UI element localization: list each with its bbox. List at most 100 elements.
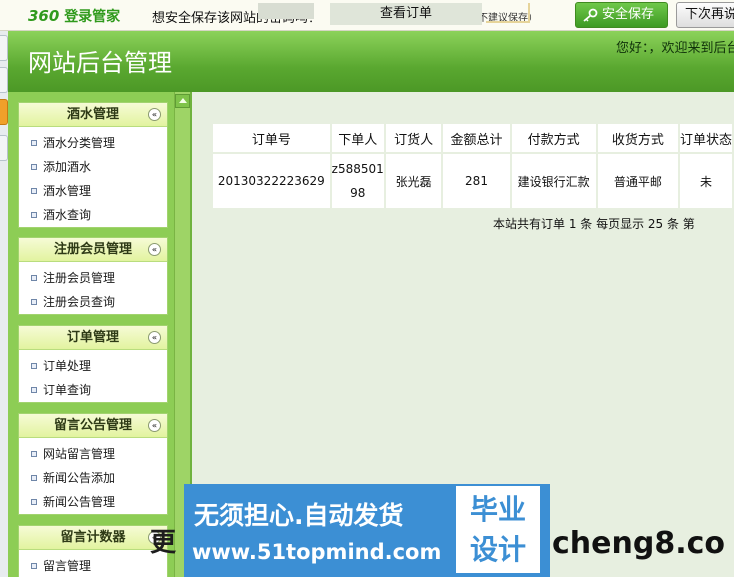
sidebar: 酒水管理 « 酒水分类管理 添加酒水 酒水管理 酒水查询 注册会员管理 « 注册… (8, 92, 190, 577)
menu-group-liquor: 酒水管理 « 酒水分类管理 添加酒水 酒水管理 酒水查询 (18, 102, 168, 228)
sidebar-item-label: 添加酒水 (43, 160, 92, 174)
bullet-icon (31, 140, 37, 146)
sidebar-item-liquor-category[interactable]: 酒水分类管理 (19, 131, 167, 155)
panel-tab-deco (258, 3, 314, 19)
payment-cell: 建设银行汇款 (511, 154, 596, 208)
menu-group-title: 留言公告管理 (53, 418, 132, 433)
collapse-toggle-icon[interactable]: « (148, 331, 161, 344)
badge-line: 设计 (469, 533, 526, 566)
sidebar-item-label: 订单处理 (43, 359, 92, 373)
collapse-toggle-icon[interactable]: « (148, 108, 161, 121)
panel-title: 查看订单 (330, 3, 482, 25)
menu-group-header[interactable]: 酒水管理 « (19, 103, 167, 127)
side-tab-active[interactable] (0, 99, 8, 125)
placer-text: z588501 (331, 162, 384, 176)
amount-cell: 281 (443, 154, 510, 208)
menu-group-orders: 订单管理 « 订单处理 订单查询 (18, 325, 168, 403)
panel-corner-deco (486, 3, 530, 23)
order-number-cell[interactable]: 20130322223629 (213, 154, 330, 208)
brand-number: 360 (28, 7, 60, 25)
scroll-up-arrow-icon[interactable] (175, 94, 190, 108)
bullet-icon (31, 499, 37, 505)
column-header: 订单状态 (679, 124, 732, 152)
ad-left-text: 更 (150, 528, 177, 558)
side-tab[interactable] (0, 35, 8, 61)
column-header: 金额总计 (443, 124, 510, 152)
badge-line: 毕业 (469, 493, 526, 526)
ad-badge: 毕业 设计 (456, 486, 540, 573)
sidebar-item-message-manage[interactable]: 网站留言管理 (19, 442, 167, 466)
table-row[interactable]: 20130322223629 z588501 98 张光磊 281 建设银行汇款 … (213, 154, 732, 208)
menu-group-notices: 留言公告管理 « 网站留言管理 新闻公告添加 新闻公告管理 (18, 413, 168, 515)
menu-group-title: 留言计数器 (60, 530, 126, 545)
site-title: 网站后台管理 (28, 49, 172, 77)
sidebar-item-label: 网站留言管理 (43, 447, 116, 461)
menu-group-counter: 留言计数器 « 留言管理 (18, 525, 168, 577)
menu-group-header[interactable]: 订单管理 « (19, 326, 167, 350)
sidebar-item-member-query[interactable]: 注册会员查询 (19, 290, 167, 314)
pagination-summary: 本站共有订单 1 条 每页显示 25 条 第 (493, 217, 695, 231)
sidebar-item-label: 新闻公告添加 (43, 471, 116, 485)
ad-slogan: 无须担心.自动发货 (194, 501, 404, 530)
menu-group-header[interactable]: 注册会员管理 « (19, 238, 167, 262)
ad-right-text: cheng8.co (552, 526, 725, 561)
sidebar-item-label: 注册会员管理 (43, 271, 116, 285)
sidebar-item-label: 酒水查询 (43, 208, 92, 222)
sidebar-item-liquor-query[interactable]: 酒水查询 (19, 203, 167, 227)
later-button[interactable]: 下次再说 (676, 2, 734, 28)
ad-url[interactable]: www.51topmind.com (192, 540, 441, 564)
bullet-icon (31, 299, 37, 305)
menu-group-members: 注册会员管理 « 注册会员管理 注册会员查询 (18, 237, 168, 315)
menu-group-title: 注册会员管理 (53, 242, 132, 257)
status-cell[interactable]: 未 (679, 154, 732, 208)
sidebar-item-label: 酒水管理 (43, 184, 92, 198)
column-header: 订单号 (213, 124, 330, 152)
side-tab[interactable] (0, 67, 8, 93)
sidebar-item-order-query[interactable]: 订单查询 (19, 378, 167, 402)
menu-group-header[interactable]: 留言公告管理 « (19, 414, 167, 438)
sidebar-item-guestbook-manage[interactable]: 留言管理 (19, 554, 167, 577)
browser-side-strip (0, 31, 8, 577)
bullet-icon (31, 164, 37, 170)
sidebar-item-add-liquor[interactable]: 添加酒水 (19, 155, 167, 179)
sidebar-item-label: 酒水分类管理 (43, 136, 116, 150)
table-header-row: 订单号 下单人 订货人 金额总计 付款方式 收货方式 订单状态 (213, 124, 732, 152)
bullet-icon (31, 475, 37, 481)
brand-text: 登录管家 (64, 9, 121, 25)
collapse-toggle-icon[interactable]: « (148, 243, 161, 256)
safe-save-label: 安全保存 (602, 7, 655, 22)
bullet-icon (31, 563, 37, 569)
sidebar-item-label: 新闻公告管理 (43, 495, 116, 509)
sidebar-item-news-manage[interactable]: 新闻公告管理 (19, 490, 167, 514)
welcome-text: 您好：，欢迎来到后台 (616, 41, 734, 56)
column-header: 下单人 (331, 124, 384, 152)
column-header: 收货方式 (597, 124, 678, 152)
sidebar-item-label: 订单查询 (43, 383, 92, 397)
placer-text: 98 (350, 186, 366, 200)
column-header: 订货人 (385, 124, 442, 152)
bullet-icon (31, 188, 37, 194)
menu-group-title: 订单管理 (66, 330, 119, 345)
sidebar-item-label: 注册会员查询 (43, 295, 116, 309)
site-header: 网站后台管理 您好：，欢迎来到后台 (8, 31, 734, 92)
bullet-icon (31, 212, 37, 218)
sidebar-item-liquor-manage[interactable]: 酒水管理 (19, 179, 167, 203)
menu-group-title: 酒水管理 (66, 107, 119, 122)
placer-cell: z588501 98 (331, 154, 384, 208)
360-logo: 360 登录管家 (28, 6, 120, 26)
safe-save-button[interactable]: 安全保存 (575, 2, 668, 28)
advert-banner[interactable]: 无须担心.自动发货 www.51topmind.com 毕业 设计 (184, 484, 550, 577)
buyer-cell: 张光磊 (385, 154, 442, 208)
key-icon (583, 8, 598, 22)
sidebar-item-label: 留言管理 (43, 559, 92, 573)
shipping-cell: 普通平邮 (597, 154, 678, 208)
collapse-toggle-icon[interactable]: « (148, 419, 161, 432)
bullet-icon (31, 387, 37, 393)
sidebar-item-news-add[interactable]: 新闻公告添加 (19, 466, 167, 490)
column-header: 付款方式 (511, 124, 596, 152)
sidebar-item-member-manage[interactable]: 注册会员管理 (19, 266, 167, 290)
side-tab[interactable] (0, 135, 8, 161)
orders-table: 订单号 下单人 订货人 金额总计 付款方式 收货方式 订单状态 20130322… (211, 122, 734, 210)
menu-group-header[interactable]: 留言计数器 « (19, 526, 167, 550)
sidebar-item-order-process[interactable]: 订单处理 (19, 354, 167, 378)
